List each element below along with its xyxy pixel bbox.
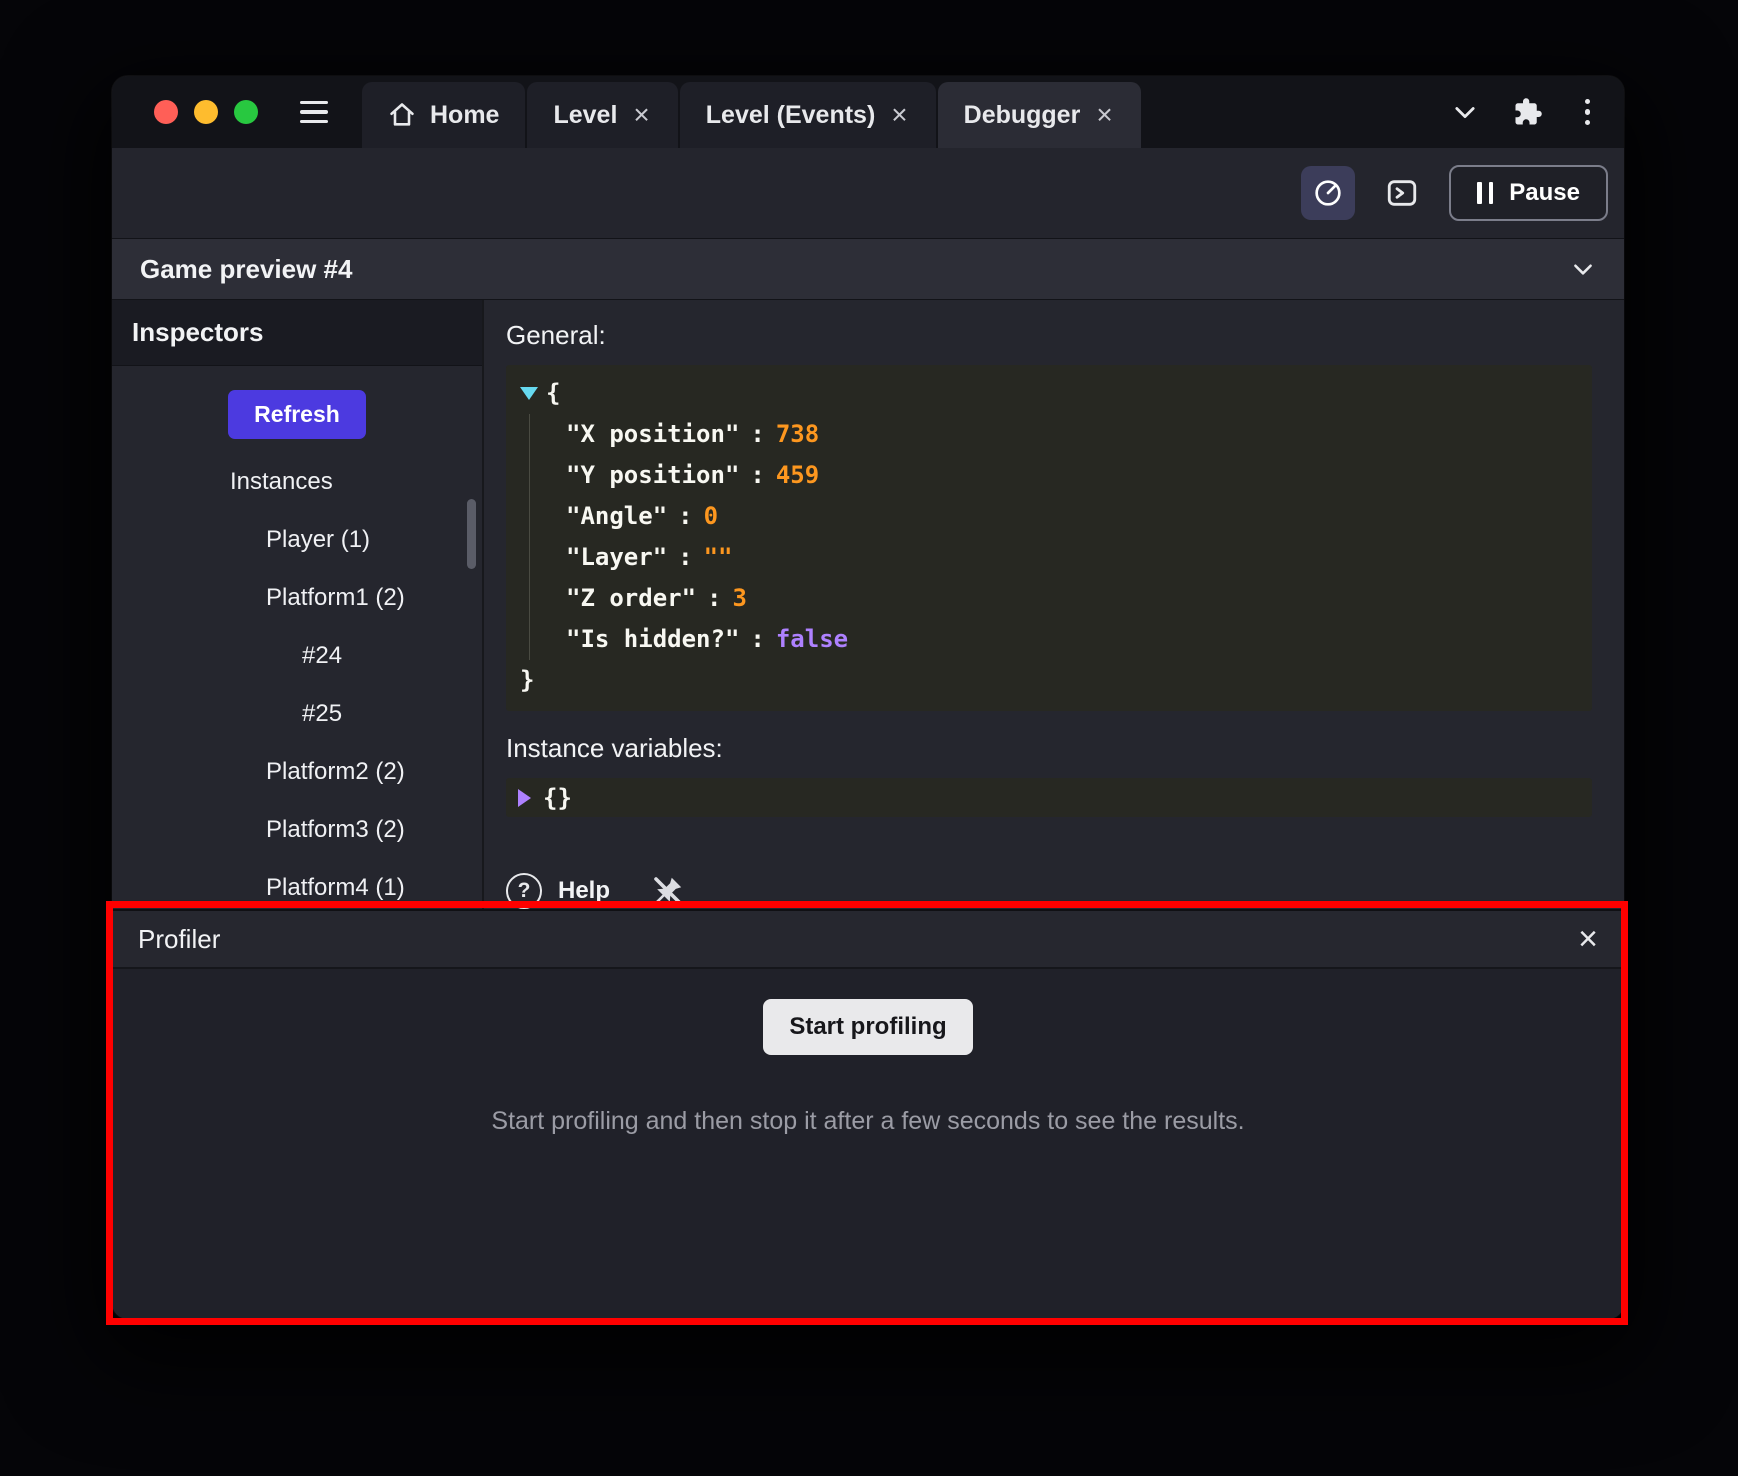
tab-level[interactable]: Level ×: [527, 82, 677, 148]
gauge-icon: [1312, 177, 1344, 209]
json-open-brace: {: [546, 373, 560, 414]
triangle-down-icon[interactable]: [520, 387, 538, 400]
json-row-is-hidden: "Is hidden?":false: [566, 619, 1580, 660]
tree-item-instance-24[interactable]: #24: [112, 627, 482, 685]
tab-bar: Home Level × Level (Events) × Debugger ×: [112, 76, 1624, 148]
tabbar-right-actions: [1451, 95, 1625, 130]
tree-item-player[interactable]: Player (1): [112, 511, 482, 569]
instance-variables-title: Instance variables:: [506, 733, 1592, 764]
traffic-light-zoom[interactable]: [234, 100, 258, 124]
start-profiling-button[interactable]: Start profiling: [763, 999, 972, 1055]
debugger-content: Inspectors Refresh Instances Player (1) …: [112, 300, 1624, 909]
tab-strip: Home Level × Level (Events) × Debugger ×: [362, 76, 1143, 148]
profiler-title: Profiler: [138, 924, 1578, 955]
profiler-panel: Profiler × Start profiling Start profili…: [112, 909, 1624, 1319]
profiler-header: Profiler ×: [112, 911, 1624, 969]
console-icon: [1385, 176, 1419, 210]
close-icon[interactable]: ×: [889, 101, 909, 129]
json-close-brace: }: [520, 660, 534, 701]
inspectors-sidebar: Inspectors Refresh Instances Player (1) …: [112, 300, 484, 909]
game-preview-selector[interactable]: Game preview #4: [112, 238, 1624, 300]
tab-level-events[interactable]: Level (Events) ×: [680, 82, 936, 148]
app-window: Home Level × Level (Events) × Debugger ×: [112, 76, 1624, 1319]
tree-item-instances[interactable]: Instances: [112, 453, 482, 511]
inspectors-header: Inspectors: [112, 300, 482, 366]
game-preview-label: Game preview #4: [140, 254, 1570, 285]
json-row-z-order: "Z order":3: [566, 578, 1580, 619]
console-button[interactable]: [1375, 166, 1429, 220]
refresh-button[interactable]: Refresh: [228, 390, 366, 439]
tree-item-instance-25[interactable]: #25: [112, 685, 482, 743]
json-rows: "X position":738 "Y position":459 "Angle…: [529, 414, 1580, 660]
close-icon[interactable]: ×: [1578, 922, 1598, 956]
unpin-icon[interactable]: [650, 873, 686, 909]
tree-item-platform3[interactable]: Platform3 (2): [112, 801, 482, 859]
instances-tree: Instances Player (1) Platform1 (2) #24 #…: [112, 453, 482, 909]
tab-label: Debugger: [964, 101, 1081, 130]
inspectors-list: Refresh Instances Player (1) Platform1 (…: [112, 366, 482, 909]
traffic-lights: [154, 100, 258, 124]
general-json-viewer: { "X position":738 "Y position":459 "Ang…: [506, 365, 1592, 711]
json-row-x-position: "X position":738: [566, 414, 1580, 455]
close-icon[interactable]: ×: [631, 101, 651, 129]
puzzle-icon[interactable]: [1513, 97, 1543, 127]
tab-label: Level: [553, 101, 617, 130]
home-icon: [388, 101, 416, 129]
tree-item-platform2[interactable]: Platform2 (2): [112, 743, 482, 801]
tree-item-platform1[interactable]: Platform1 (2): [112, 569, 482, 627]
traffic-light-close[interactable]: [154, 100, 178, 124]
scrollbar-thumb[interactable]: [467, 499, 476, 569]
profiler-body: Start profiling Start profiling and then…: [112, 969, 1624, 1319]
inspectors-title: Inspectors: [132, 317, 264, 348]
tab-debugger[interactable]: Debugger ×: [938, 82, 1141, 148]
tab-label: Level (Events): [706, 101, 876, 130]
general-section-title: General:: [506, 320, 1592, 351]
tab-home[interactable]: Home: [362, 82, 525, 148]
traffic-light-minimize[interactable]: [194, 100, 218, 124]
pause-button-label: Pause: [1509, 179, 1580, 207]
json-row-layer: "Layer":"": [566, 537, 1580, 578]
instance-variables-collapsed: {}: [543, 784, 572, 812]
kebab-menu-icon[interactable]: [1577, 95, 1599, 130]
chevron-down-icon[interactable]: [1451, 98, 1479, 126]
help-button[interactable]: ? Help: [506, 873, 610, 909]
tab-label: Home: [430, 101, 499, 130]
profiler-toggle-button[interactable]: [1301, 166, 1355, 220]
help-icon: ?: [506, 873, 542, 909]
triangle-right-icon[interactable]: [518, 789, 531, 807]
instance-variables-viewer: {}: [506, 778, 1592, 817]
debugger-toolbar: Pause: [112, 148, 1624, 238]
pause-icon: [1477, 182, 1493, 204]
json-row-y-position: "Y position":459: [566, 455, 1580, 496]
help-label: Help: [558, 877, 610, 905]
profiler-hint-text: Start profiling and then stop it after a…: [491, 1107, 1244, 1136]
pause-button[interactable]: Pause: [1449, 165, 1608, 221]
chevron-down-icon[interactable]: [1570, 256, 1596, 282]
hamburger-menu-icon[interactable]: [294, 95, 334, 130]
inspector-detail-panel: General: { "X position":738 "Y position"…: [484, 300, 1624, 909]
close-icon[interactable]: ×: [1094, 101, 1114, 129]
tree-item-platform4[interactable]: Platform4 (1): [112, 859, 482, 909]
help-row: ? Help: [506, 873, 1592, 909]
json-row-angle: "Angle":0: [566, 496, 1580, 537]
